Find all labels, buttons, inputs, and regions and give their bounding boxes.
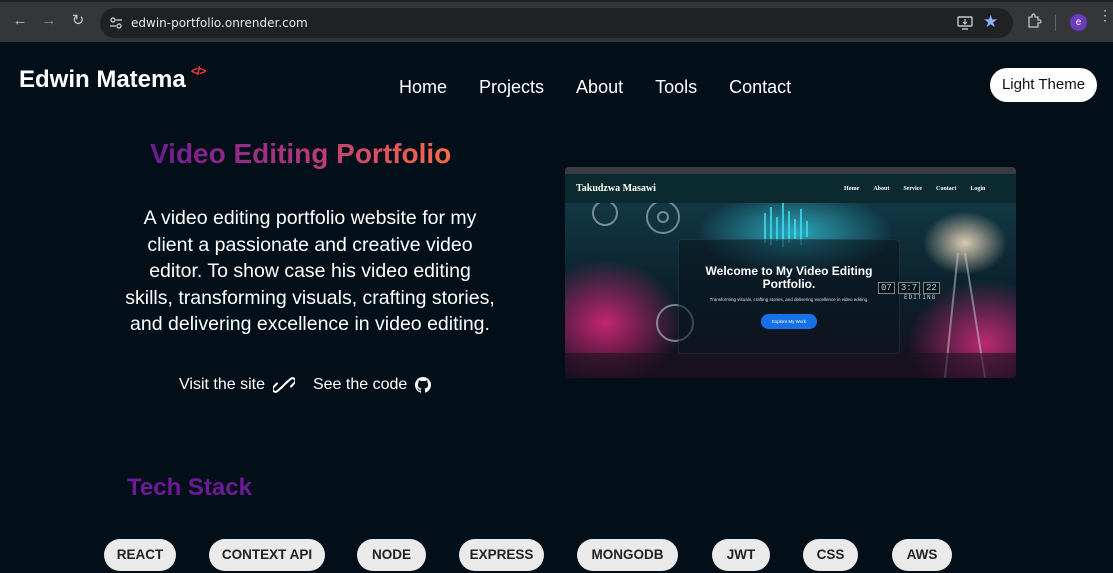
nav-tools[interactable]: Tools [655, 77, 697, 98]
preview-clock-display: 07 3:7 22 [878, 282, 940, 294]
tech-chip-react: REACT [104, 539, 176, 571]
preview-menu-item: Contact [936, 186, 957, 192]
preview-browser-bar [565, 167, 1016, 174]
preview-menu-item: Home [844, 186, 860, 192]
preview-clock-digit: 07 [878, 282, 895, 294]
link-icon[interactable] [272, 376, 295, 394]
preview-explore-button: Explore My Work [761, 314, 817, 329]
preview-menu-item: Login [970, 186, 986, 192]
tech-chip-context-api: CONTEXT API [209, 539, 325, 571]
preview-welcome-heading: Welcome to My Video Editing Portfolio. [705, 264, 873, 291]
github-icon[interactable] [415, 377, 432, 393]
preview-menu-item: Service [903, 186, 922, 192]
nav-about[interactable]: About [576, 77, 623, 98]
visit-site-link[interactable]: Visit the site [179, 376, 265, 394]
preview-navbar: Takudzwa Masawi Home About Service Conta… [565, 174, 1016, 203]
tech-chip-jwt: JWT [712, 539, 770, 571]
project-title: Video Editing Portfolio [150, 138, 452, 169]
bookmark-star-icon[interactable]: ★ [983, 12, 998, 32]
preview-clock-digit: 3:7 [897, 282, 921, 294]
preview-site-name: Takudzwa Masawi [576, 183, 656, 194]
profile-avatar[interactable]: e [1070, 14, 1087, 31]
tech-stack-title: Tech Stack [127, 474, 252, 501]
preview-menu: Home About Service Contact Login [844, 186, 985, 192]
nav-contact[interactable]: Contact [729, 77, 791, 98]
address-bar[interactable]: edwin-portfolio.onrender.com ★ [100, 8, 1013, 38]
brand-logo[interactable]: Edwin Matema [19, 66, 186, 94]
project-screenshot[interactable]: Takudzwa Masawi Home About Service Conta… [565, 167, 1016, 378]
forward-icon[interactable]: → [39, 11, 59, 31]
nav-home[interactable]: Home [399, 77, 447, 98]
light-theme-button[interactable]: Light Theme [990, 68, 1097, 102]
preview-tagline: Transforming visuals, crafting stories, … [709, 297, 869, 302]
tech-chip-aws: AWS [892, 539, 952, 571]
nav-projects[interactable]: Projects [479, 77, 544, 98]
extensions-icon[interactable] [1026, 13, 1042, 29]
code-icon: </> [191, 64, 206, 78]
preview-clock-digit: 22 [923, 282, 940, 294]
install-app-icon[interactable] [957, 16, 973, 30]
project-description: A video editing portfolio website for my… [125, 207, 495, 335]
main-nav: Home Projects About Tools Contact [399, 77, 791, 98]
site-settings-icon[interactable] [108, 15, 124, 31]
tech-chip-mongodb: MONGODB [577, 539, 678, 571]
tech-chip-css: CSS [803, 539, 858, 571]
back-icon[interactable]: ← [10, 11, 30, 31]
menu-icon[interactable]: ⋮ [1098, 8, 1112, 22]
reload-icon[interactable]: ↻ [68, 11, 88, 31]
browser-toolbar: ← → ↻ edwin-portfolio.onrender.com ★ e ⋮ [0, 0, 1113, 42]
preview-editing-label: EDITING [904, 294, 937, 301]
toolbar-separator [1055, 15, 1056, 31]
tech-chip-express: EXPRESS [459, 539, 544, 571]
tech-chip-node: NODE [357, 539, 426, 571]
see-code-link[interactable]: See the code [313, 376, 407, 394]
url-text[interactable]: edwin-portfolio.onrender.com [131, 16, 308, 30]
project-links: Visit the site See the code [179, 376, 432, 394]
preview-menu-item: About [873, 186, 890, 192]
